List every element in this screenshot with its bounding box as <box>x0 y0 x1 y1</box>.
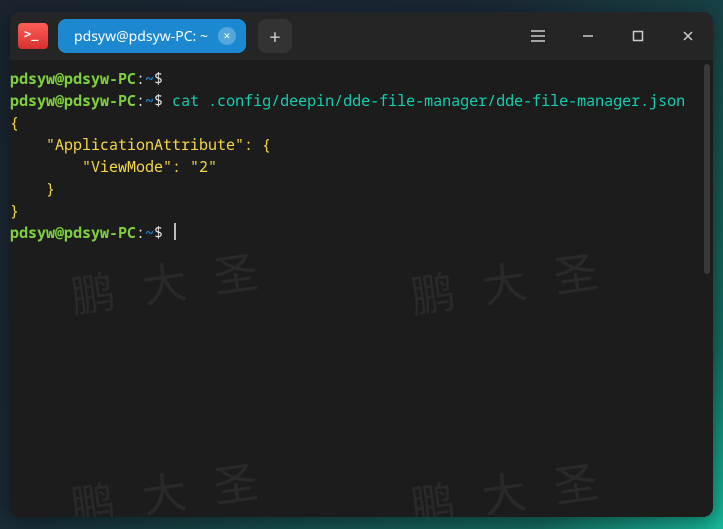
output-line: } <box>10 200 713 222</box>
terminal-body[interactable]: 鹏大圣 鹏大圣 鹏大圣 鹏大圣 pdsyw@pdsyw-PC:~$ pdsyw@… <box>10 60 713 517</box>
prompt-symbol: $ <box>154 223 163 243</box>
prompt-userhost: pdsyw@pdsyw-PC <box>10 69 136 89</box>
tab-active[interactable]: pdsyw@pdsyw-PC: ~ × <box>58 19 246 53</box>
prompt-cwd: ~ <box>145 223 154 243</box>
tab-close-button[interactable]: × <box>218 27 236 45</box>
close-button[interactable] <box>663 12 713 60</box>
prompt-line: pdsyw@pdsyw-PC:~$ <box>10 68 713 90</box>
app-icon <box>18 23 48 49</box>
prompt-cwd: ~ <box>145 91 154 111</box>
prompt-userhost: pdsyw@pdsyw-PC <box>10 223 136 243</box>
output-line: { <box>10 112 713 134</box>
tab-title: pdsyw@pdsyw-PC: ~ <box>74 27 208 46</box>
prompt-cwd: ~ <box>145 69 154 89</box>
scrollbar-thumb[interactable] <box>704 64 710 274</box>
minimize-button[interactable] <box>563 12 613 60</box>
command-text: cat .config/deepin/dde-file-manager/dde-… <box>172 91 685 111</box>
prompt-symbol: $ <box>154 91 163 111</box>
output-line: } <box>10 178 713 200</box>
terminal-window: pdsyw@pdsyw-PC: ~ × + 鹏大圣 鹏大圣 鹏大圣 鹏大圣 pd… <box>10 12 713 517</box>
prompt-line: pdsyw@pdsyw-PC:~$ cat .config/deepin/dde… <box>10 90 713 112</box>
watermark: 鹏大圣 <box>70 255 287 307</box>
watermark: 鹏大圣 <box>410 465 627 517</box>
watermark: 鹏大圣 <box>70 465 287 517</box>
text-cursor <box>174 223 176 240</box>
watermark: 鹏大圣 <box>410 255 627 307</box>
window-controls <box>513 12 713 60</box>
prompt-line: pdsyw@pdsyw-PC:~$ <box>10 222 713 244</box>
menu-button[interactable] <box>513 12 563 60</box>
prompt-userhost: pdsyw@pdsyw-PC <box>10 91 136 111</box>
prompt-symbol: $ <box>154 69 163 89</box>
title-bar: pdsyw@pdsyw-PC: ~ × + <box>10 12 713 60</box>
new-tab-button[interactable]: + <box>258 19 292 53</box>
maximize-button[interactable] <box>613 12 663 60</box>
output-line: "ApplicationAttribute": { <box>10 134 713 156</box>
output-line: "ViewMode": "2" <box>10 156 713 178</box>
